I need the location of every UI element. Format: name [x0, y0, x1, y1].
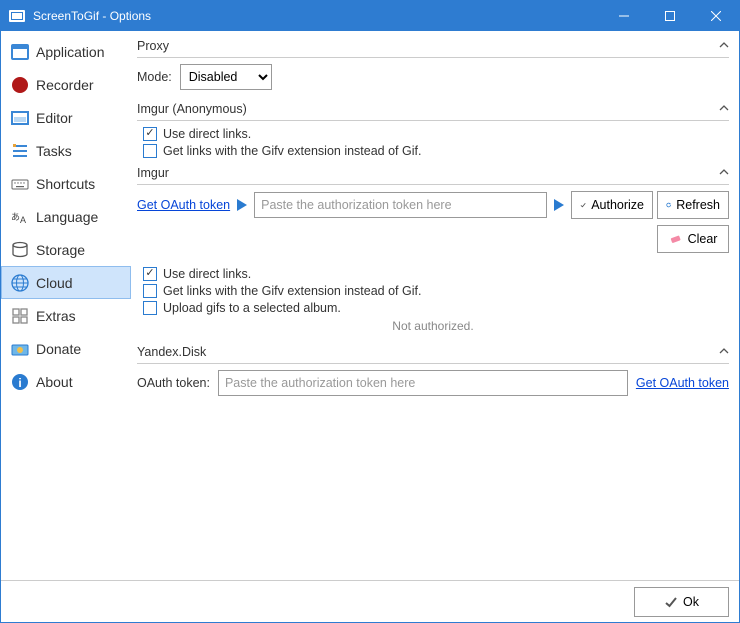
window-title: ScreenToGif - Options — [33, 9, 601, 23]
refresh-button[interactable]: Refresh — [657, 191, 729, 219]
about-icon: i — [10, 372, 30, 392]
checkbox-label: Get links with the Gifv extension instea… — [163, 144, 421, 158]
sidebar-item-label: Application — [36, 44, 105, 60]
footer-bar: Ok — [1, 580, 739, 622]
arrow-right-icon — [234, 199, 250, 211]
sidebar-item-storage[interactable]: Storage — [1, 233, 131, 266]
checkbox-icon — [143, 284, 157, 298]
maximize-button[interactable] — [647, 1, 693, 31]
chevron-up-icon — [719, 39, 729, 53]
sidebar-item-label: Extras — [36, 308, 76, 324]
check-icon — [580, 198, 586, 212]
application-icon — [10, 42, 30, 62]
section-header-imgur[interactable]: Imgur — [137, 162, 729, 184]
imgur-direct-checkbox[interactable]: Use direct links. — [143, 267, 729, 281]
minimize-button[interactable] — [601, 1, 647, 31]
section-title: Imgur (Anonymous) — [137, 102, 719, 116]
chevron-up-icon — [719, 166, 729, 180]
sidebar-item-language[interactable]: あA Language — [1, 200, 131, 233]
checkbox-label: Use direct links. — [163, 267, 251, 281]
checkbox-icon — [143, 144, 157, 158]
imgur-album-checkbox[interactable]: Upload gifs to a selected album. — [143, 301, 729, 315]
checkbox-icon — [143, 127, 157, 141]
imgur-status: Not authorized. — [137, 319, 729, 333]
sidebar-item-application[interactable]: Application — [1, 35, 131, 68]
sidebar-item-tasks[interactable]: Tasks — [1, 134, 131, 167]
authorize-button[interactable]: Authorize — [571, 191, 653, 219]
checkbox-icon — [143, 267, 157, 281]
sidebar-item-extras[interactable]: Extras — [1, 299, 131, 332]
yandex-get-token-link[interactable]: Get OAuth token — [636, 376, 729, 390]
section-title: Proxy — [137, 39, 719, 53]
section-title: Imgur — [137, 166, 719, 180]
ok-button[interactable]: Ok — [634, 587, 729, 617]
sidebar-item-label: About — [36, 374, 73, 390]
yandex-token-label: OAuth token: — [137, 376, 210, 390]
tasks-icon — [10, 141, 30, 161]
checkbox-icon — [143, 301, 157, 315]
cloud-icon — [10, 273, 30, 293]
imgur-anon-direct-checkbox[interactable]: Use direct links. — [143, 127, 729, 141]
section-header-proxy[interactable]: Proxy — [137, 35, 729, 57]
sidebar-item-editor[interactable]: Editor — [1, 101, 131, 134]
sidebar-item-label: Shortcuts — [36, 176, 95, 192]
sidebar-item-label: Language — [36, 209, 98, 225]
button-label: Ok — [683, 595, 699, 609]
storage-icon — [10, 240, 30, 260]
yandex-token-input[interactable] — [218, 370, 628, 396]
svg-text:A: A — [20, 215, 26, 225]
proxy-mode-label: Mode: — [137, 70, 172, 84]
app-icon — [9, 10, 25, 22]
eraser-icon — [669, 232, 683, 246]
button-label: Clear — [688, 232, 718, 246]
arrow-right-icon — [551, 199, 567, 211]
proxy-mode-select[interactable]: Disabled — [180, 64, 272, 90]
editor-icon — [10, 108, 30, 128]
shortcuts-icon — [10, 174, 30, 194]
sidebar-item-label: Cloud — [36, 275, 73, 291]
sidebar-item-label: Editor — [36, 110, 73, 126]
language-icon: あA — [10, 207, 30, 227]
sidebar-item-label: Storage — [36, 242, 85, 258]
imgur-anon-gifv-checkbox[interactable]: Get links with the Gifv extension instea… — [143, 144, 729, 158]
imgur-gifv-checkbox[interactable]: Get links with the Gifv extension instea… — [143, 284, 729, 298]
section-header-imgur-anon[interactable]: Imgur (Anonymous) — [137, 98, 729, 120]
recorder-icon — [10, 75, 30, 95]
button-label: Authorize — [591, 198, 644, 212]
sidebar-item-label: Recorder — [36, 77, 94, 93]
sidebar-item-label: Donate — [36, 341, 81, 357]
checkbox-label: Upload gifs to a selected album. — [163, 301, 341, 315]
sidebar: Application Recorder Editor Tasks Shortc… — [1, 31, 131, 580]
section-title: Yandex.Disk — [137, 345, 719, 359]
svg-text:i: i — [18, 376, 21, 390]
sidebar-item-about[interactable]: i About — [1, 365, 131, 398]
content-pane: Proxy Mode: Disabled Imgur (Anonymous) U… — [131, 31, 739, 580]
chevron-up-icon — [719, 345, 729, 359]
refresh-icon — [666, 198, 671, 212]
check-icon — [664, 595, 678, 609]
imgur-get-token-link[interactable]: Get OAuth token — [137, 198, 230, 212]
sidebar-item-donate[interactable]: Donate — [1, 332, 131, 365]
button-label: Refresh — [676, 198, 720, 212]
section-header-yandex[interactable]: Yandex.Disk — [137, 341, 729, 363]
imgur-token-input[interactable] — [254, 192, 547, 218]
sidebar-item-shortcuts[interactable]: Shortcuts — [1, 167, 131, 200]
sidebar-item-label: Tasks — [36, 143, 72, 159]
sidebar-item-cloud[interactable]: Cloud — [1, 266, 131, 299]
sidebar-item-recorder[interactable]: Recorder — [1, 68, 131, 101]
svg-text:あ: あ — [11, 212, 20, 222]
close-button[interactable] — [693, 1, 739, 31]
checkbox-label: Get links with the Gifv extension instea… — [163, 284, 421, 298]
clear-button[interactable]: Clear — [657, 225, 729, 253]
donate-icon — [10, 339, 30, 359]
checkbox-label: Use direct links. — [163, 127, 251, 141]
titlebar: ScreenToGif - Options — [1, 1, 739, 31]
chevron-up-icon — [719, 102, 729, 116]
extras-icon — [10, 306, 30, 326]
